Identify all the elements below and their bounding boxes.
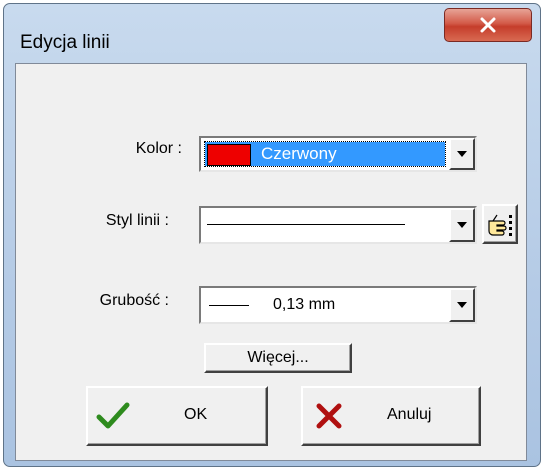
line-style-dropdown-button[interactable]	[449, 208, 475, 242]
pick-style-button[interactable]	[482, 204, 518, 244]
close-button[interactable]	[444, 8, 532, 42]
thickness-sample	[209, 305, 249, 306]
ok-button[interactable]: OK	[86, 386, 268, 446]
line-style-select[interactable]	[199, 206, 477, 244]
close-icon	[480, 17, 496, 33]
color-value: Czerwony	[261, 144, 337, 163]
cancel-button-label: Anuluj	[387, 406, 432, 423]
more-button-label: Więcej...	[247, 349, 309, 366]
thickness-dropdown-button[interactable]	[449, 288, 475, 322]
dialog-title: Edycja linii	[20, 32, 110, 53]
thickness-value: 0,13 mm	[273, 296, 336, 313]
dialog-window: Edycja linii Kolor : Czerwony Styl linii…	[3, 3, 541, 467]
dialog-body: Kolor : Czerwony Styl linii : Grubość: …	[15, 63, 527, 461]
checkmark-icon	[96, 402, 130, 429]
thickness-label: Grubość :	[99, 292, 169, 309]
chevron-down-icon	[457, 222, 467, 228]
color-selection: Czerwony	[204, 141, 446, 167]
color-label: Kolor :	[135, 140, 182, 157]
chevron-down-icon	[457, 302, 467, 308]
cancel-button[interactable]: Anuluj	[301, 386, 481, 446]
color-select[interactable]: Czerwony	[199, 136, 477, 172]
line-style-sample	[207, 224, 405, 225]
color-dropdown-button[interactable]	[449, 138, 475, 170]
ok-button-label: OK	[184, 406, 208, 423]
line-style-label: Styl linii :	[105, 212, 169, 229]
color-swatch	[207, 144, 251, 166]
pointing-hand-icon	[488, 214, 512, 236]
more-button[interactable]: Więcej...	[204, 343, 352, 373]
thickness-select[interactable]: 0,13 mm	[199, 286, 477, 324]
chevron-down-icon	[457, 151, 467, 157]
close-icon	[316, 403, 342, 429]
